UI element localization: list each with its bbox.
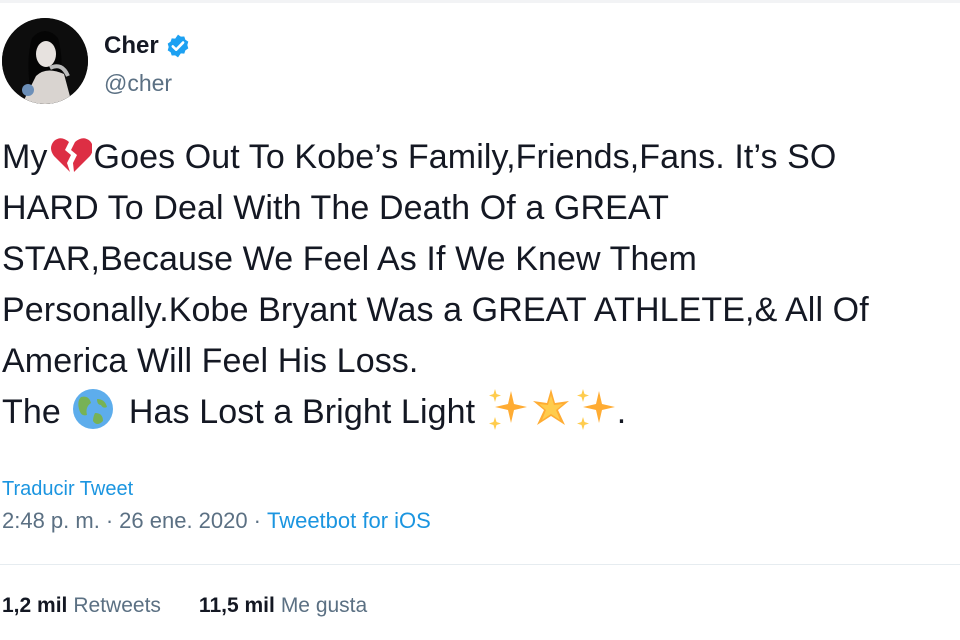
tweet-text-segment: The [2,393,61,431]
meta-separator: · [253,508,261,533]
tweet-line-1: My Goes Out To Kobe’s Family,Friends,Fan… [2,132,960,183]
glowing-star-icon [532,389,569,425]
meta-separator: · [105,508,114,533]
sparkles-icon [488,389,527,430]
top-divider [0,0,960,3]
retweets-label: Retweets [73,594,161,617]
globe-icon [72,389,113,429]
tweet-line-3: STAR,Because We Feel As If We Knew Them [2,240,697,278]
tweet-line-4: Personally.Kobe Bryant Was a GREAT ATHLE… [2,291,869,329]
likes-label: Me gusta [280,594,368,617]
avatar-image [2,18,88,104]
retweets-count: 1,2 mil [2,594,68,617]
tweet-text-segment: My [2,138,48,176]
broken-heart-icon [50,138,92,172]
tweet-line-6: The Has Lost a Bright Light . [2,387,960,438]
verified-badge-icon [167,34,188,58]
likes-stat[interactable]: 11,5 mil Me gusta [199,594,367,618]
tweet-line-2: HARD To Deal With The Death Of a GREAT [2,189,670,227]
stats-divider [0,564,960,565]
tweet-meta: 2:48 p. m. · 26 ene. 2020 · Tweetbot for iOS [2,508,431,534]
display-name[interactable]: Cher [104,32,159,60]
tweet-date[interactable]: 26 ene. 2020 [119,508,247,533]
retweets-stat[interactable]: 1,2 mil Retweets [2,594,161,618]
tweet-line-5: America Will Feel His Loss. [2,342,419,380]
sparkles-icon [576,389,615,430]
name-row: Cher [104,32,191,60]
tweet-text-segment: . [616,393,627,431]
handle[interactable]: @cher [104,70,172,97]
tweet-text-segment: Has Lost a Bright Light [128,393,476,431]
likes-count: 11,5 mil [198,594,275,617]
avatar[interactable] [2,18,88,104]
tweet-stats: 1,2 mil Retweets 11,5 mil Me gusta [2,594,367,618]
tweet-source-link[interactable]: Tweetbot for iOS [267,508,431,533]
tweet-text: My Goes Out To Kobe’s Family,Friends,Fan… [2,132,960,438]
tweet-header: Cher @cher [0,18,960,110]
translate-tweet-link[interactable]: Traducir Tweet [2,478,133,501]
tweet-time[interactable]: 2:48 p. m. [2,508,100,533]
tweet-text-segment: Goes Out To Kobe’s Family,Friends,Fans. … [93,138,837,176]
